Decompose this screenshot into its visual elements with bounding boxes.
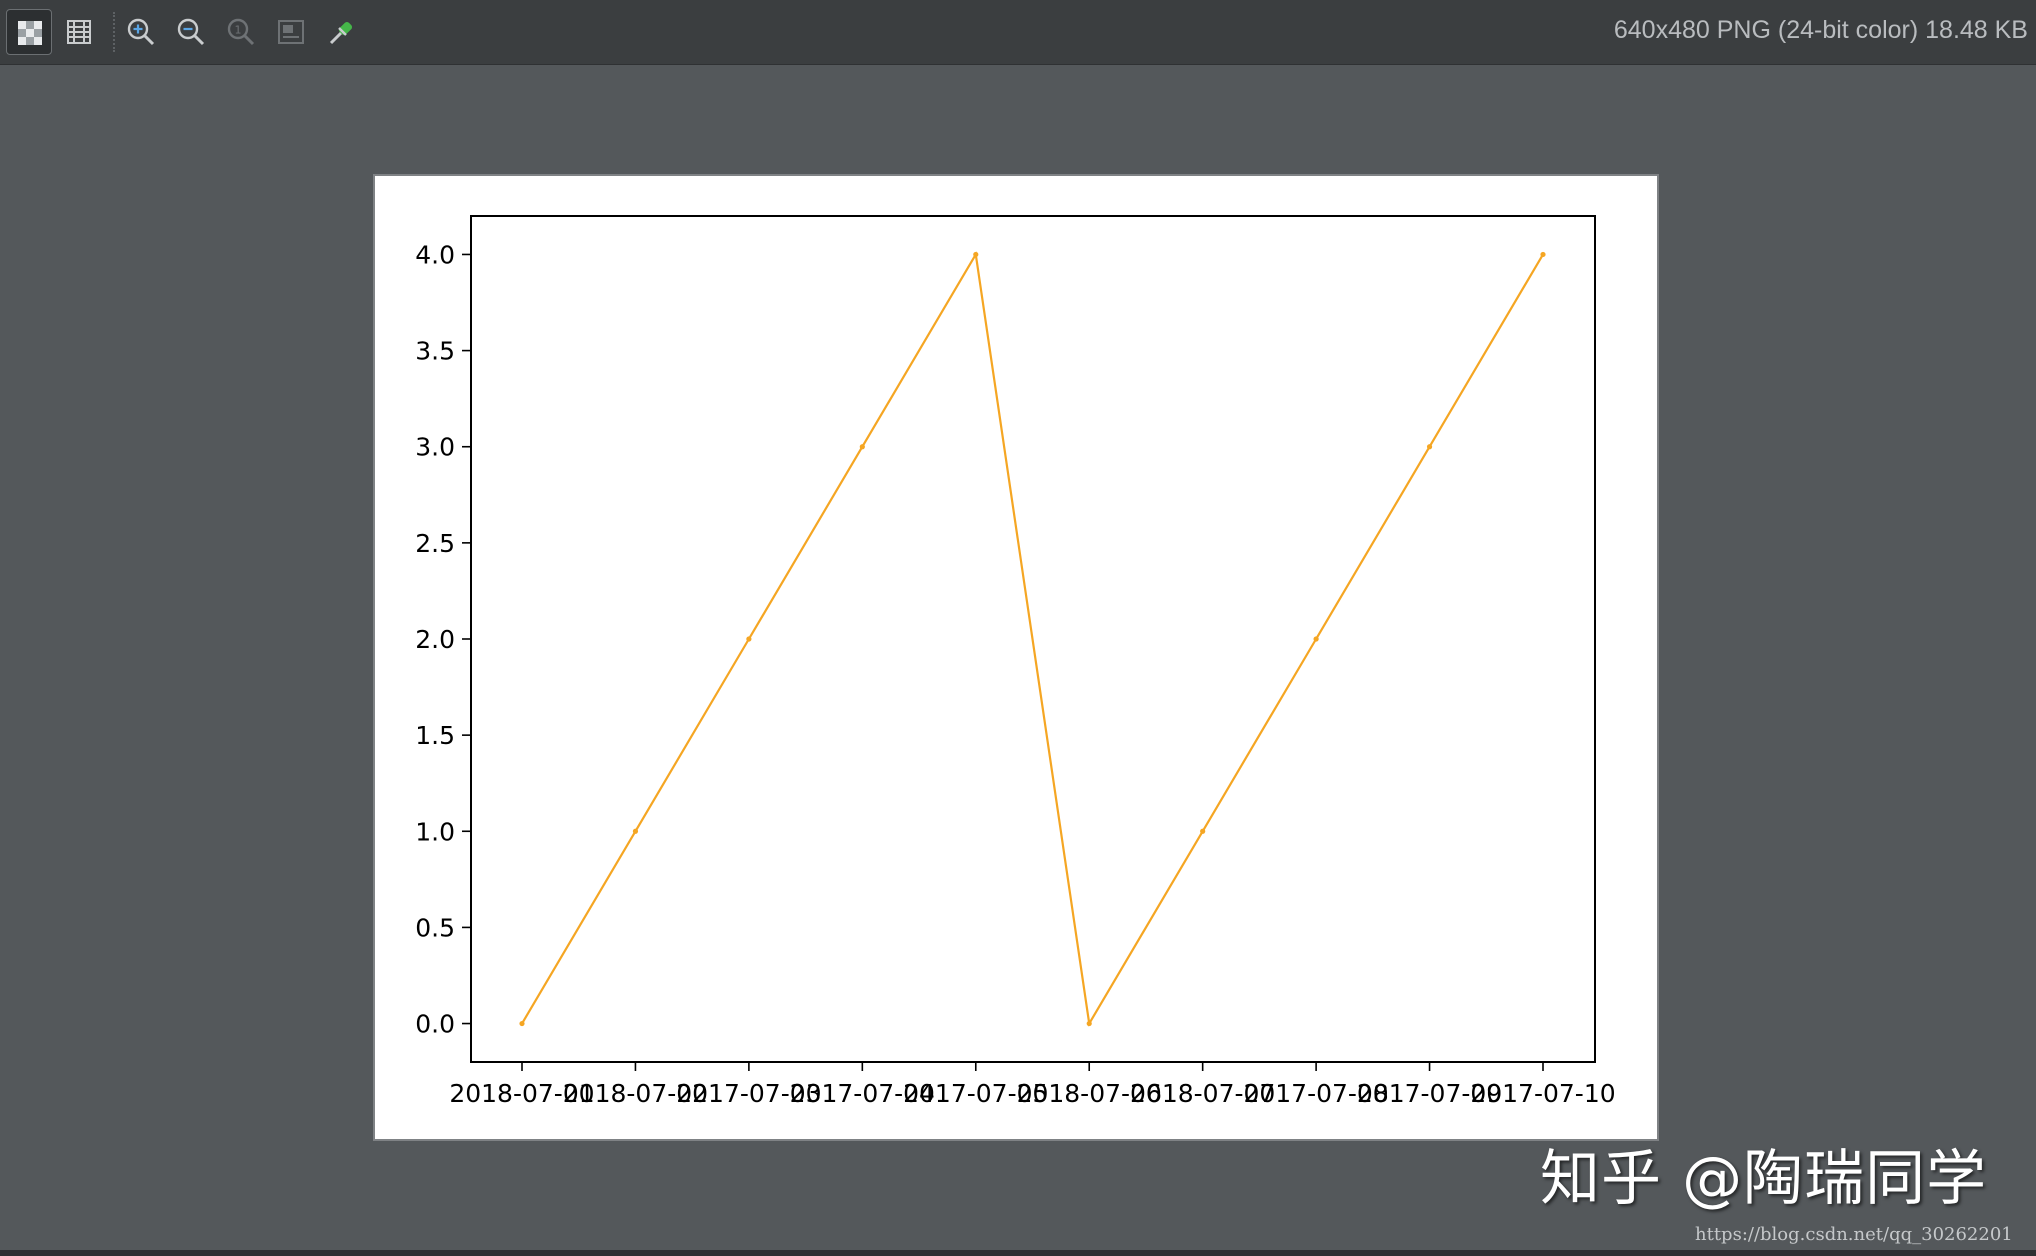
zoom-out-button[interactable] — [168, 9, 214, 55]
y-tick-label: 3.0 — [415, 433, 455, 462]
y-tick-label: 1.0 — [415, 817, 455, 846]
zoom-in-icon — [127, 18, 155, 46]
data-point — [1086, 1020, 1092, 1027]
status-bar — [0, 1250, 2036, 1256]
y-tick-label: 4.0 — [415, 240, 455, 269]
y-tick-label: 0.5 — [415, 913, 455, 942]
data-point — [632, 828, 639, 834]
data-point — [746, 636, 752, 642]
actual-size-icon: 1 — [227, 18, 255, 46]
data-point — [1540, 251, 1546, 258]
data-point — [859, 444, 865, 450]
y-tick-label: 2.5 — [415, 529, 455, 558]
image-canvas: 0.0 0.5 1.0 1.5 2.0 2.5 3.0 3.5 4.0 2018-07-01 20… — [373, 174, 1659, 1141]
actual-size-button[interactable]: 1 — [218, 9, 264, 55]
zoom-in-button[interactable] — [118, 9, 164, 55]
chessboard-background-button[interactable] — [6, 9, 52, 55]
grid-icon — [67, 20, 91, 44]
svg-text:1: 1 — [235, 24, 242, 37]
series-line — [521, 251, 1544, 1027]
data-point — [1313, 636, 1319, 642]
grid-button[interactable] — [56, 9, 102, 55]
data-point — [973, 251, 979, 258]
image-viewer-window: 1 640x480 PNG (24-bit color) 18.48 KB 0.… — [0, 0, 2036, 1256]
toolbar: 1 640x480 PNG (24-bit color) 18.48 KB — [0, 0, 2036, 65]
watermark-text: 知乎 @陶瑞同学 — [1540, 1144, 1988, 1214]
color-picker-icon — [329, 21, 353, 45]
data-point — [1200, 828, 1206, 834]
y-tick-label: 3.5 — [415, 337, 455, 366]
y-tick-label: 2.0 — [415, 625, 455, 654]
data-point — [519, 1020, 525, 1027]
x-tick-label: 2017-07-10 — [1470, 1079, 1615, 1108]
watermark-url: https://blog.csdn.net/qq_30262201 — [1695, 1224, 2013, 1245]
y-axis: 0.0 0.5 1.0 1.5 2.0 2.5 3.0 3.5 4.0 — [415, 240, 471, 1039]
fit-window-button[interactable] — [268, 9, 314, 55]
data-point — [1426, 444, 1433, 450]
line-chart: 0.0 0.5 1.0 1.5 2.0 2.5 3.0 3.5 4.0 2018-07-0120… — [415, 215, 1616, 1108]
zoom-out-icon — [177, 18, 205, 46]
fit-window-icon — [278, 20, 304, 44]
toolbar-separator — [113, 12, 115, 52]
color-picker-button[interactable] — [318, 9, 364, 55]
chessboard-background-icon — [18, 21, 42, 45]
y-tick-label: 1.5 — [415, 721, 455, 750]
y-tick-label: 0.0 — [415, 1010, 455, 1039]
x-axis: 2018-07-012018-07-022017-07-032017-07-04… — [449, 1062, 1616, 1108]
image-info-label: 640x480 PNG (24-bit color) 18.48 KB — [1613, 16, 2028, 44]
